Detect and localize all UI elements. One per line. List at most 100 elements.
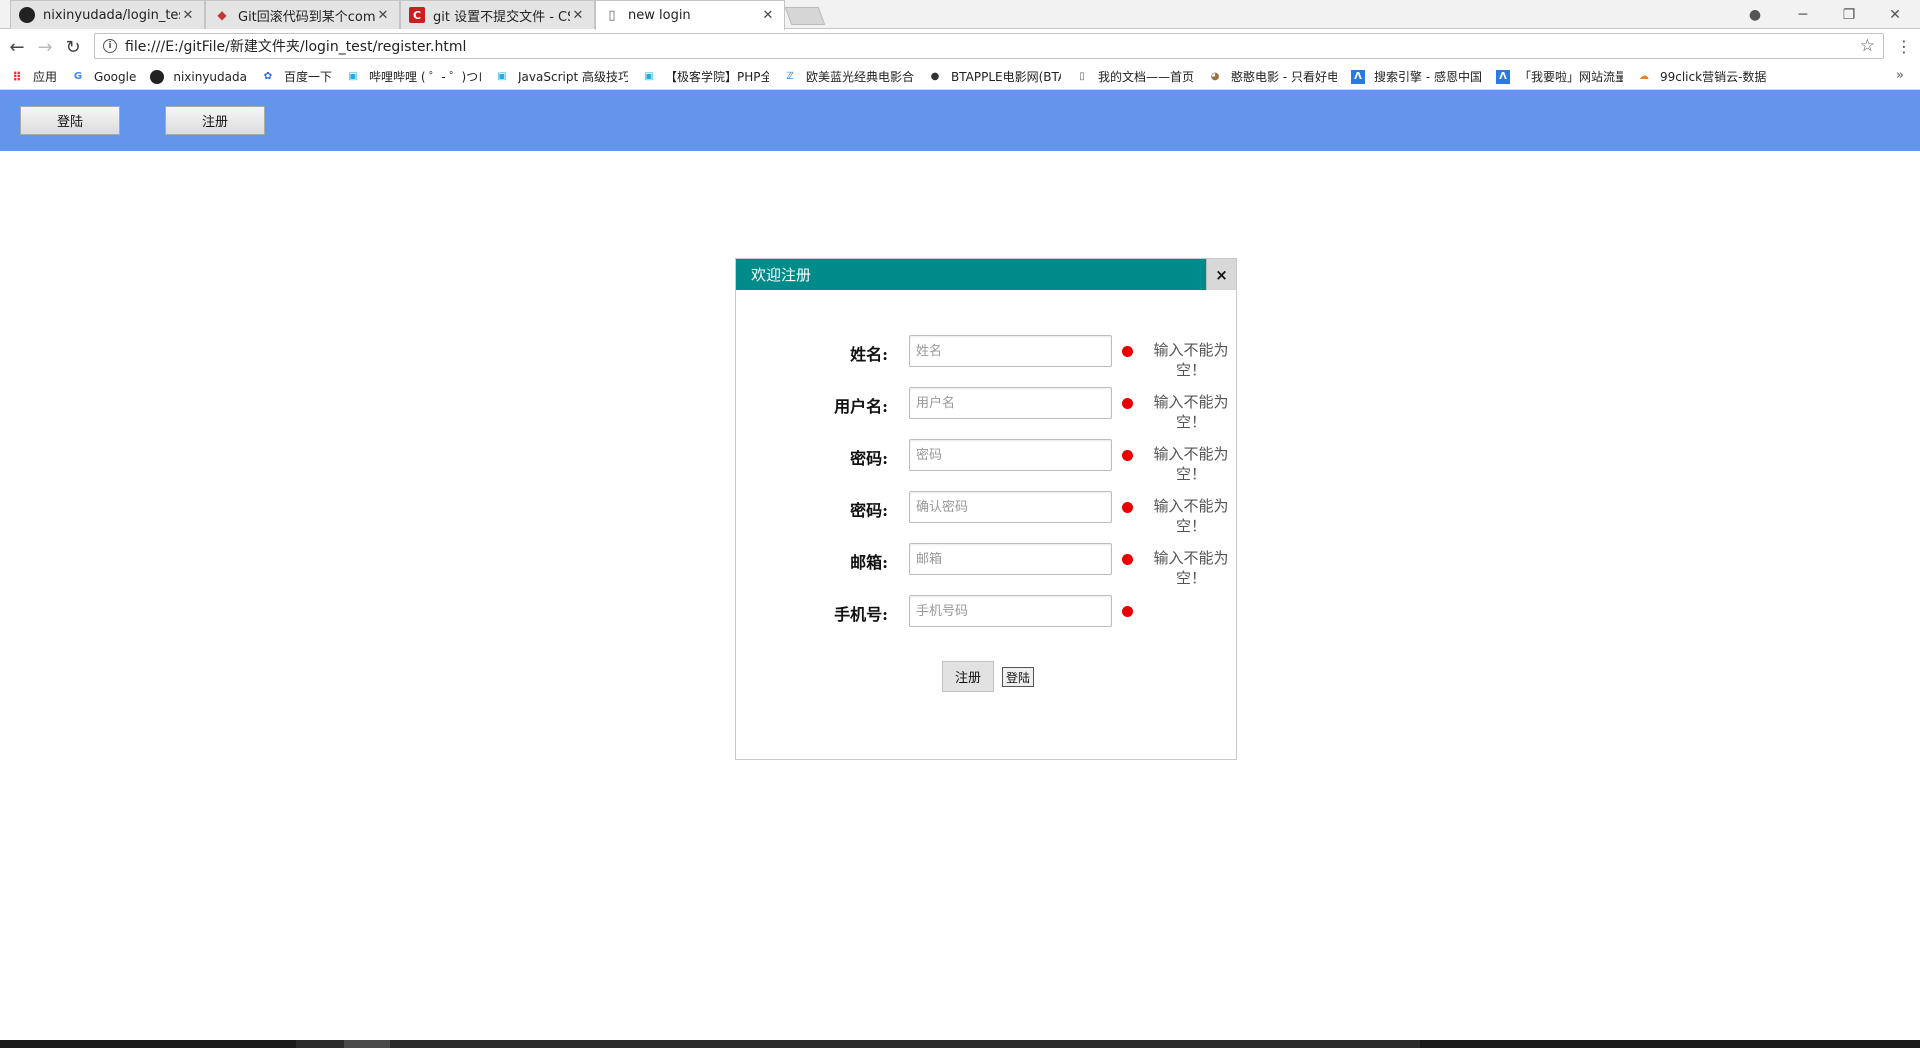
git-icon: ◆ [217,8,227,22]
a-icon: Λ [1495,69,1510,84]
bilibili-icon: ▣ [497,71,507,82]
error-dot-icon [1122,398,1133,409]
bookmark-woyaola[interactable]: Λ 「我要啦」网站流量 [1495,68,1623,85]
dialog-title: 欢迎注册 [736,259,1236,290]
info-icon[interactable]: i [103,39,117,53]
minimize-icon[interactable]: ─ [1780,0,1826,29]
field-label: 用户名: [834,397,888,416]
bookmark-label: 搜索引擎 - 感恩中国 [1374,70,1482,84]
field-row-username: 用户名: 输入不能为空！ [736,387,1236,431]
apps-icon: ⠿ [12,69,22,84]
bookmark-label: BTAPPLE电影网(BTA [951,70,1061,84]
bookmark-star-icon[interactable]: ☆ [1860,36,1875,56]
error-message: 输入不能为空！ [1153,341,1229,379]
bookmark-movies[interactable]: ℤ 欧美蓝光经典电影合 [783,68,914,85]
error-dot-icon [1122,554,1133,565]
bookmark-99click[interactable]: ☁ 99click营销云-数据 [1637,68,1766,85]
bookmark-docs[interactable]: ▯ 我的文档——首页 [1075,68,1194,85]
bookmark-bilibili[interactable]: ▣ 哔哩哔哩 ( ゜- ゜)つロ [346,68,481,85]
error-dot-icon [1122,450,1133,461]
register-submit-button[interactable]: 注册 [942,661,994,692]
bookmarks-bar: ⠿ 应用 G Google nixinyudada ✿ 百度一下 ▣ 哔哩哔哩 ( ゜-… [0,64,1920,90]
close-window-icon[interactable]: ✕ [1872,0,1918,29]
register-nav-button[interactable]: 注册 [165,106,265,135]
field-label: 姓名: [850,345,888,364]
confirm-password-input[interactable] [909,491,1112,523]
tab-git[interactable]: ◆ Git回滚代码到某个comm ✕ [205,0,400,29]
bilibili-icon: ▣ [348,71,358,82]
bookmark-javascript[interactable]: ▣ JavaScript 高级技巧 [495,68,628,85]
taskbar-segment [296,1040,1420,1048]
tab-new-login[interactable]: ▯ new login ✕ [595,0,785,30]
restore-icon[interactable]: ❐ [1826,0,1872,29]
field-row-phone: 手机号: [736,595,1236,635]
bookmark-label: 99click营销云-数据 [1659,70,1767,84]
bookmark-label: 哔哩哔哩 ( ゜- ゜)つロ [369,70,481,84]
email-input[interactable] [909,543,1112,575]
field-row-password: 密码: 输入不能为空！ [736,439,1236,483]
bookmark-google[interactable]: G Google [71,70,136,84]
github-icon [150,69,165,84]
bookmark-label: JavaScript 高级技巧 [518,70,628,84]
tab-csdn[interactable]: C git 设置不提交文件 - CSI ✕ [400,0,595,29]
github-icon [19,7,35,23]
more-bookmarks-icon[interactable]: » [1896,68,1904,83]
new-tab-button[interactable] [784,7,826,25]
baidu-icon: ✿ [263,71,273,82]
tab-strip: nixinyudada/login_test ✕ ◆ Git回滚代码到某个com… [0,0,1920,30]
bookmark-apps[interactable]: ⠿ 应用 [10,68,57,85]
error-message: 输入不能为空！ [1153,445,1229,483]
bookmark-hanhan[interactable]: ◕ 憨憨电影 - 只看好电 [1208,68,1337,85]
field-label: 邮箱: [850,553,888,572]
error-dot-icon [1122,606,1133,617]
url-text: file:///E:/gitFile/新建文件夹/login_test/regi… [125,39,467,55]
profile-icon[interactable]: ● [1732,0,1778,29]
field-label: 手机号: [834,605,888,624]
bookmark-search[interactable]: Λ 搜索引擎 - 感恩中国 [1351,68,1482,85]
username-input[interactable] [909,387,1112,419]
login-nav-button[interactable]: 登陆 [20,106,120,135]
bookmark-label: 我的文档——首页 [1098,70,1195,84]
bookmark-jikexueyuan[interactable]: ▣ 【极客学院】PHP全 [642,68,769,85]
error-dot-icon [1122,346,1133,357]
error-message: 输入不能为空！ [1153,549,1229,587]
back-icon[interactable]: ← [6,36,28,58]
close-tab-icon[interactable]: ✕ [570,8,586,23]
bookmark-baidu[interactable]: ✿ 百度一下 [261,68,332,85]
bookmark-label: 百度一下 [283,70,332,84]
tab-title: nixinyudada/login_test [43,7,180,23]
field-row-email: 邮箱: 输入不能为空！ [736,543,1236,587]
bookmark-btapple[interactable]: ● BTAPPLE电影网(BTA [928,68,1061,85]
bookmark-label: Google [94,69,137,84]
doc-icon: ▯ [1079,71,1085,82]
password-input[interactable] [909,439,1112,471]
field-label: 密码: [850,449,888,468]
error-dot-icon [1122,502,1133,513]
address-bar[interactable]: i file:///E:/gitFile/新建文件夹/login_test/re… [94,33,1884,59]
close-tab-icon[interactable]: ✕ [180,8,196,23]
tab-github[interactable]: nixinyudada/login_test ✕ [10,0,205,29]
field-row-confirm-password: 密码: 输入不能为空！ [736,491,1236,535]
error-message: 输入不能为空！ [1153,393,1229,431]
tab-title: new login [628,8,691,23]
close-tab-icon[interactable]: ✕ [375,8,391,23]
bookmark-label: 憨憨电影 - 只看好电 [1231,70,1338,84]
close-icon[interactable]: × [1206,259,1236,290]
tab-title: Git回滚代码到某个comm [238,9,375,25]
browser-menu-icon[interactable]: ⋮ [1896,37,1912,56]
zhihu-icon: ℤ [786,71,794,82]
name-input[interactable] [909,335,1112,367]
bookmark-nixinyudada[interactable]: nixinyudada [150,69,247,84]
login-link-button[interactable]: 登陆 [1002,667,1034,687]
close-tab-icon[interactable]: ✕ [760,8,776,23]
page-icon: ▯ [608,8,616,23]
error-message: 输入不能为空！ [1153,497,1229,535]
taskbar-active-item[interactable] [344,1040,390,1048]
register-dialog: 欢迎注册 × 姓名: 输入不能为空！ 用户名: 输入不能为空！ 密码: 输入不能… [735,258,1237,760]
phone-input[interactable] [909,595,1112,627]
csdn-icon: C [409,7,425,23]
forward-icon[interactable]: → [34,36,56,58]
reload-icon[interactable]: ↻ [62,36,84,58]
address-toolbar: ← → ↻ i file:///E:/gitFile/新建文件夹/login_t… [0,29,1920,64]
bookmark-label: 应用 [33,70,58,84]
